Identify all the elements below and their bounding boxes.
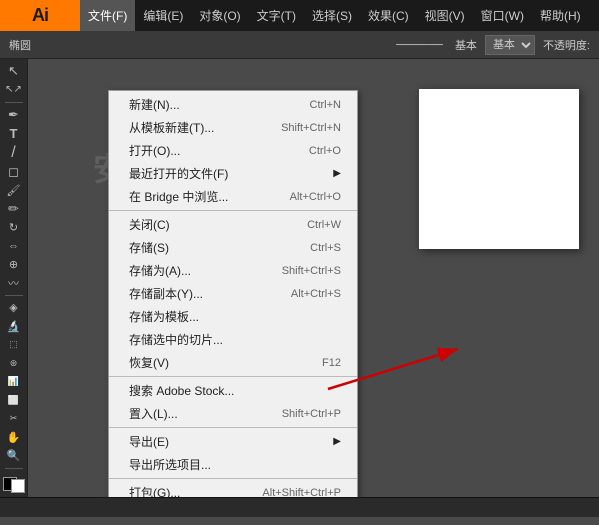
shape-label: 椭圆: [5, 37, 35, 53]
menu-bar: 文件(F) 编辑(E) 对象(O) 文字(T) 选择(S) 效果(C) 视图(V…: [80, 0, 599, 31]
menu-revert[interactable]: 恢复(V) F12: [109, 351, 357, 374]
menu-help[interactable]: 帮助(H): [532, 0, 589, 31]
menu-bridge[interactable]: 在 Bridge 中浏览... Alt+Ctrl+O: [109, 185, 357, 208]
left-toolbar: ↖ ↖↗ ✒ T / ◻ 🖌 ✏ ↻ ⇔ ⊕ 〰 ◈ 🔬 ⬚ ⊛ 📊 ⬜ ✂ ✋…: [0, 59, 28, 497]
menu-export-selected[interactable]: 导出所选项目...: [109, 453, 357, 476]
top-toolbar: 椭圆 ────── 基本 基本 不透明度:: [0, 31, 599, 59]
menu-file[interactable]: 文件(F): [80, 0, 135, 31]
menu-save-as[interactable]: 存储为(A)... Shift+Ctrl+S: [109, 259, 357, 282]
pencil-tool[interactable]: ✏: [3, 201, 25, 217]
menu-object[interactable]: 对象(O): [191, 0, 248, 31]
menu-edit[interactable]: 编辑(E): [135, 0, 191, 31]
canvas-area: 安 下 载 .com 新建(N)... Ctrl+N 从模板新建(T)... S…: [28, 59, 599, 497]
opacity-label: 不透明度:: [539, 37, 594, 53]
menu-window[interactable]: 窗口(W): [473, 0, 532, 31]
width-tool[interactable]: ⊕: [3, 256, 25, 272]
tool-divider-2: [5, 295, 23, 296]
line-style-indicator: ──────: [396, 39, 443, 51]
paintbrush-tool[interactable]: 🖌: [3, 182, 25, 198]
symbol-tool[interactable]: ⊛: [3, 355, 25, 371]
menu-view[interactable]: 视图(V): [417, 0, 473, 31]
menu-package[interactable]: 打包(G)... Alt+Shift+Ctrl+P: [109, 481, 357, 497]
direct-select-tool[interactable]: ↖↗: [3, 81, 25, 97]
artboard-tool[interactable]: ⬜: [3, 392, 25, 408]
menu-type[interactable]: 文字(T): [249, 0, 304, 31]
line-tool[interactable]: /: [3, 144, 25, 162]
warp-tool[interactable]: 〰: [3, 274, 25, 290]
menu-save[interactable]: 存储(S) Ctrl+S: [109, 236, 357, 259]
background-color[interactable]: [11, 479, 25, 493]
menu-save-copy[interactable]: 存储副本(Y)... Alt+Ctrl+S: [109, 282, 357, 305]
status-bar: [0, 497, 599, 517]
blend-tool[interactable]: ⬚: [3, 337, 25, 353]
type-tool[interactable]: T: [3, 125, 25, 141]
menu-save-template[interactable]: 存储为模板...: [109, 305, 357, 328]
menu-place[interactable]: 置入(L)... Shift+Ctrl+P: [109, 402, 357, 425]
eyedropper-tool[interactable]: 🔬: [3, 318, 25, 334]
rect-tool[interactable]: ◻: [3, 164, 25, 180]
file-dropdown-menu: 新建(N)... Ctrl+N 从模板新建(T)... Shift+Ctrl+N…: [108, 90, 358, 497]
menu-select[interactable]: 选择(S): [304, 0, 360, 31]
preset-select[interactable]: 基本: [485, 35, 535, 55]
freegradient-tool[interactable]: ◈: [3, 300, 25, 316]
zoom-tool[interactable]: 🔍: [3, 447, 25, 463]
preset-label: 基本: [451, 37, 481, 53]
app-logo: Ai: [0, 0, 80, 31]
sep-2: [109, 376, 357, 377]
artboard: [419, 89, 579, 249]
sep-1: [109, 210, 357, 211]
color-boxes[interactable]: [3, 477, 25, 493]
main-area: ↖ ↖↗ ✒ T / ◻ 🖌 ✏ ↻ ⇔ ⊕ 〰 ◈ 🔬 ⬚ ⊛ 📊 ⬜ ✂ ✋…: [0, 59, 599, 497]
hand-tool[interactable]: ✋: [3, 429, 25, 445]
title-bar: Ai 文件(F) 编辑(E) 对象(O) 文字(T) 选择(S) 效果(C) 视…: [0, 0, 599, 31]
mirror-tool[interactable]: ⇔: [3, 238, 25, 254]
column-graph-tool[interactable]: 📊: [3, 374, 25, 390]
menu-new[interactable]: 新建(N)... Ctrl+N: [109, 93, 357, 116]
slice-tool[interactable]: ✂: [3, 410, 25, 426]
sep-3: [109, 427, 357, 428]
rotate-tool[interactable]: ↻: [3, 219, 25, 235]
menu-export[interactable]: 导出(E) ▶: [109, 430, 357, 453]
menu-stock[interactable]: 搜索 Adobe Stock...: [109, 379, 357, 402]
tool-divider-1: [5, 102, 23, 103]
menu-open[interactable]: 打开(O)... Ctrl+O: [109, 139, 357, 162]
menu-recent[interactable]: 最近打开的文件(F) ▶: [109, 162, 357, 185]
menu-close[interactable]: 关闭(C) Ctrl+W: [109, 213, 357, 236]
sep-4: [109, 478, 357, 479]
tool-divider-3: [5, 468, 23, 469]
menu-new-from-template[interactable]: 从模板新建(T)... Shift+Ctrl+N: [109, 116, 357, 139]
menu-save-slices[interactable]: 存储选中的切片...: [109, 328, 357, 351]
pen-tool[interactable]: ✒: [3, 107, 25, 123]
menu-effect[interactable]: 效果(C): [360, 0, 417, 31]
select-tool[interactable]: ↖: [3, 63, 25, 79]
